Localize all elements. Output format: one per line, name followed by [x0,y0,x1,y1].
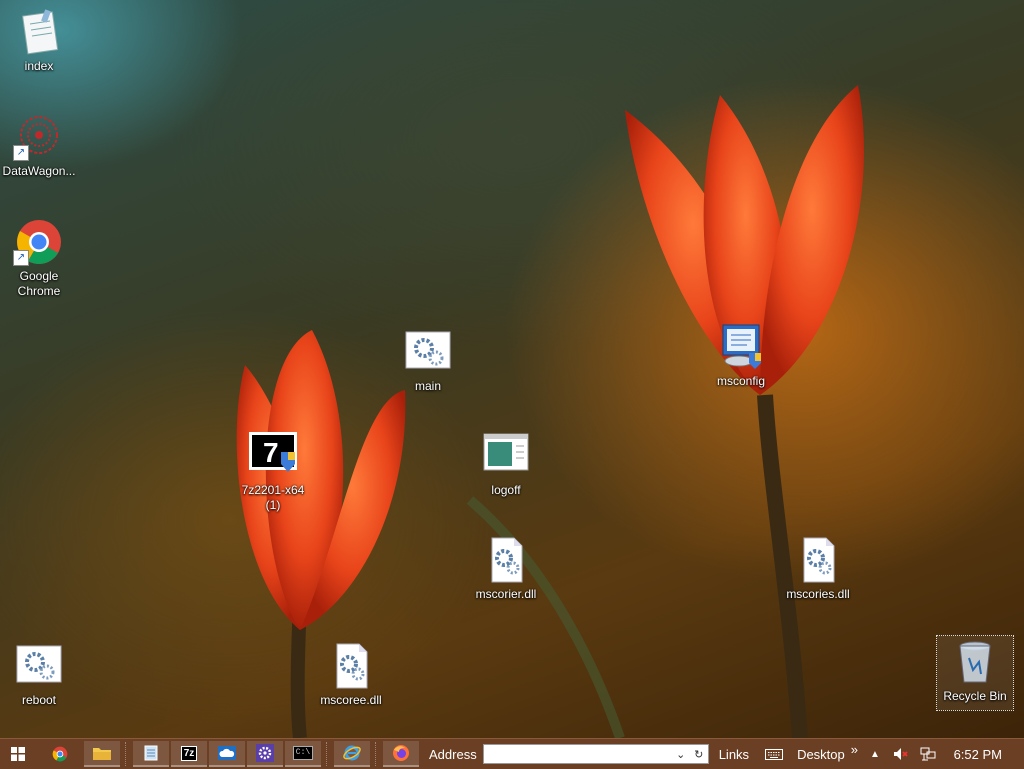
desktop-icon-label: mscoree.dll [320,693,382,707]
gear-icon [256,744,274,762]
desktop-icon-label: 7z2201-x64 (1) [241,483,305,512]
address-bar: ⌄ ↻ [482,744,709,764]
taskbar-separator [125,742,130,766]
dll-file-icon [327,642,375,690]
desktop-icon-label: Google Chrome [17,269,61,298]
taskbar-file-explorer[interactable] [84,741,120,767]
show-hidden-icons-chevron-icon[interactable]: ▲ [870,749,880,760]
taskbar-chrome[interactable] [38,741,82,767]
desktop-icon-label: reboot [21,693,57,707]
network-button[interactable] [916,741,940,767]
internet-explorer-icon [343,745,361,761]
7zip-installer-icon: 7 [249,432,297,480]
chrome-icon [52,746,68,762]
desktop-icon-label: mscorier.dll [475,587,537,601]
volume-muted-button[interactable] [888,741,914,767]
links-toolbar[interactable]: Links [719,747,749,762]
taskbar-separator [326,742,331,766]
recycle-bin-icon [951,638,999,686]
taskbar-clock[interactable]: 6:52 PM [954,747,1002,762]
shortcut-arrow-icon: ↗ [13,250,29,266]
desktop-icon-7zip-installer[interactable]: 7 7z2201-x64 (1) [235,432,311,513]
7zip-icon: 7z [180,745,198,761]
address-dropdown-chevron-icon[interactable]: ⌄ [672,745,690,763]
address-input[interactable] [483,746,672,762]
desktop-icon-label: msconfig [716,374,766,388]
msconfig-icon [717,323,765,371]
desktop-icon-datawagon[interactable]: ↗ DataWagon... [1,113,77,179]
batch-file-gears-icon [404,328,452,376]
desktop-icon-mscoree-dll[interactable]: mscoree.dll [313,642,389,708]
desktop-icon-main[interactable]: main [390,328,466,394]
taskbar-separator [375,742,380,766]
start-button[interactable] [0,741,36,767]
desktop-icon-label: index [24,59,54,73]
desktop-icon-label: DataWagon... [2,164,76,178]
taskbar-command-prompt[interactable]: C:\ [285,741,321,767]
wallpaper-tulips [236,85,864,738]
chrome-icon: ↗ [13,218,63,266]
touch-keyboard-button[interactable] [757,741,791,767]
desktop-icon-recycle-bin[interactable]: Recycle Bin [936,635,1014,711]
desktop-icon-label: mscories.dll [786,587,850,601]
toolbar-overflow-chevron-icon[interactable]: » [851,742,858,757]
refresh-icon[interactable]: ↻ [690,745,708,763]
notepad-file-icon [15,8,63,56]
address-toolbar-label: Address [429,746,477,762]
desktop-icon-msconfig[interactable]: msconfig [703,323,779,389]
cloud-icon [218,746,236,760]
taskbar-settings[interactable] [247,741,283,767]
svg-text:7: 7 [263,437,279,468]
desktop-toolbar[interactable]: Desktop [797,747,845,762]
taskbar-firefox[interactable] [383,741,419,767]
keyboard-icon [765,748,784,760]
desktop-icon-mscories-dll[interactable]: mscories.dll [780,536,856,602]
desktop-icon-label: Recycle Bin [943,689,1007,703]
desktop-icon-label: main [414,379,441,393]
speaker-muted-icon [893,748,908,760]
desktop-icon-label: logoff [491,483,521,497]
shortcut-arrow-icon: ↗ [13,145,29,161]
datawagon-icon: ↗ [13,113,63,161]
windows-logo-icon [11,747,25,761]
logoff-program-icon [482,432,530,480]
batch-file-gears-icon [15,642,63,690]
folder-icon [93,748,111,760]
desktop-icon-logoff[interactable]: logoff [468,432,544,498]
taskbar: 7z C:\ Address ⌄ ↻ Links Desktop » ▲ 6:5… [0,738,1024,769]
notepad-icon [144,745,158,761]
firefox-icon [393,745,409,761]
network-icon [920,747,936,761]
taskbar-internet-explorer[interactable] [334,741,370,767]
desktop-icon-mscorier-dll[interactable]: mscorier.dll [468,536,544,602]
desktop-icon-reboot[interactable]: reboot [1,642,77,708]
dll-file-icon [794,536,842,584]
cmd-icon: C:\ [292,746,314,760]
desktop-icon-google-chrome[interactable]: ↗ Google Chrome [1,218,77,299]
dll-file-icon [482,536,530,584]
taskbar-onedrive[interactable] [209,741,245,767]
taskbar-notepad[interactable] [133,741,169,767]
desktop-icon-index[interactable]: index [1,8,77,74]
taskbar-7zip[interactable]: 7z [171,741,207,767]
